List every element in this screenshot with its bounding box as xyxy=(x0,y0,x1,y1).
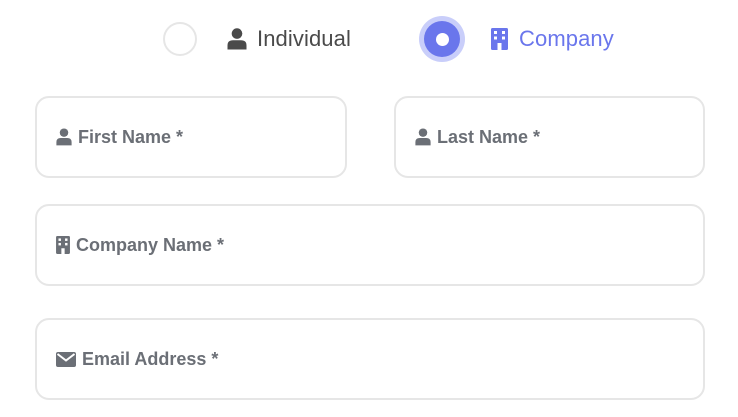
company-radio-dot xyxy=(435,32,449,46)
first-name-placeholder: First Name * xyxy=(56,127,183,148)
user-icon xyxy=(56,128,72,146)
last-name-placeholder: Last Name * xyxy=(415,127,540,148)
individual-radio[interactable] xyxy=(163,22,197,56)
company-label-text: Company xyxy=(519,26,614,51)
first-name-label: First Name * xyxy=(78,126,184,147)
building-icon xyxy=(491,28,508,50)
last-name-field[interactable]: Last Name * xyxy=(394,96,705,178)
registration-form: Individual Company First Name * Last Nam… xyxy=(0,0,738,417)
individual-label-text: Individual xyxy=(257,26,351,51)
company-name-placeholder: Company Name * xyxy=(56,235,224,256)
individual-radio-label[interactable]: Individual xyxy=(227,26,351,52)
building-icon xyxy=(56,236,70,254)
first-name-field[interactable]: First Name * xyxy=(35,96,347,178)
email-placeholder: Email Address * xyxy=(56,349,218,370)
company-name-label: Company Name * xyxy=(76,234,225,255)
account-type-company-option[interactable]: Company xyxy=(419,16,614,62)
email-field[interactable]: Email Address * xyxy=(35,318,705,400)
company-radio[interactable] xyxy=(419,16,465,62)
company-radio-label[interactable]: Company xyxy=(491,26,614,52)
company-radio-ring xyxy=(424,21,460,57)
user-icon xyxy=(415,128,431,146)
email-label: Email Address * xyxy=(82,348,219,369)
account-type-individual-option[interactable]: Individual xyxy=(163,16,351,62)
last-name-label: Last Name * xyxy=(437,126,541,147)
company-name-field[interactable]: Company Name * xyxy=(35,204,705,286)
user-icon xyxy=(227,28,247,50)
envelope-icon xyxy=(56,351,76,367)
